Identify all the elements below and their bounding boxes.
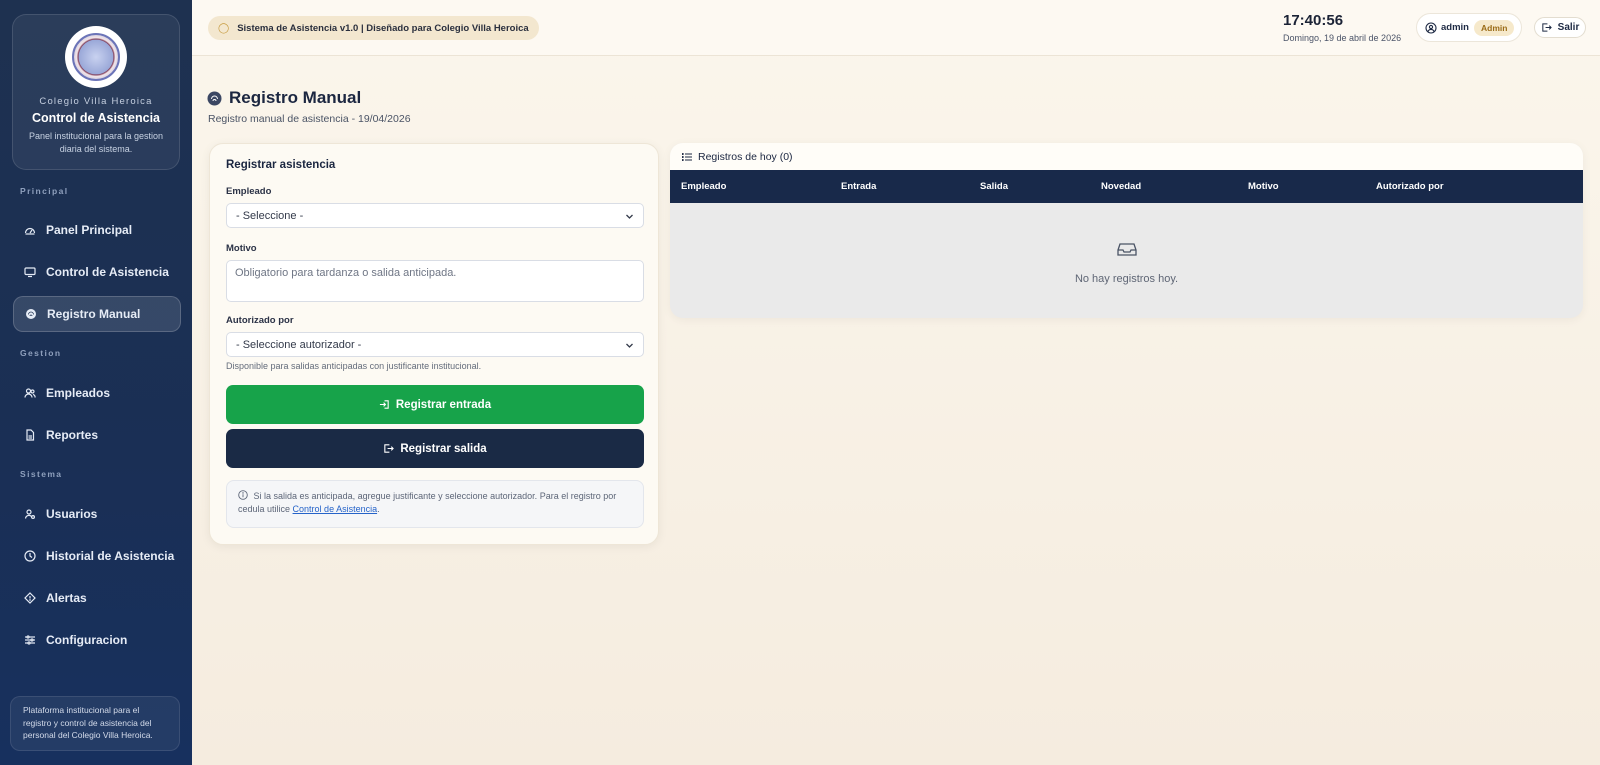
sidebar-item-usuarios[interactable]: Usuarios (13, 496, 181, 532)
sidebar-footer: Plataforma institucional para el registr… (10, 696, 180, 751)
report-icon (24, 429, 36, 441)
chevron-down-icon (626, 214, 633, 219)
info-icon (238, 490, 248, 500)
column-header-empleado: Empleado (681, 181, 727, 192)
role-badge: Admin (1473, 19, 1515, 36)
sliders-icon (24, 634, 36, 646)
topbar: ◯ Sistema de Asistencia v1.0 | Diseñado … (192, 0, 1600, 56)
users-icon (24, 387, 36, 399)
logout-icon (1541, 23, 1552, 32)
empty-state: No hay registros hoy. (670, 203, 1583, 285)
sidebar-item-reportes[interactable]: Reportes (13, 417, 181, 453)
version-text: Sistema de Asistencia v1.0 | Diseñado pa… (237, 22, 529, 34)
register-exit-button[interactable]: Registrar salida (226, 429, 644, 468)
user-chip[interactable]: admin Admin (1416, 13, 1522, 42)
sidebar-item-label: Historial de Asistencia (46, 549, 175, 563)
authorizer-hint: Disponible para salidas anticipadas con … (226, 361, 482, 371)
user-name: admin (1441, 22, 1469, 33)
fingerprint-icon (25, 308, 37, 320)
sidebar-item-registro-manual[interactable]: Registro Manual (13, 296, 181, 332)
column-header-salida: Salida (980, 181, 1008, 192)
employee-select-value: - Seleccione - (236, 209, 304, 222)
school-logo (65, 26, 127, 88)
dashboard-icon (24, 224, 36, 236)
records-table-header: Empleado Entrada Salida Novedad Motivo A… (670, 170, 1583, 203)
info-end: . (377, 504, 380, 514)
sidebar-item-label: Control de Asistencia (46, 265, 169, 279)
sidebar-item-label: Configuracion (46, 633, 128, 647)
sidebar: Colegio Villa Heroica Control de Asisten… (0, 0, 192, 765)
reason-label: Motivo (226, 243, 257, 254)
page-title: Registro Manual (207, 88, 361, 108)
version-pill: ◯ Sistema de Asistencia v1.0 | Diseñado … (208, 16, 539, 40)
form-title: Registrar asistencia (226, 159, 336, 171)
clock: 17:40:56 (1283, 12, 1344, 29)
user-cog-icon (24, 508, 36, 520)
employee-label: Empleado (226, 186, 272, 197)
sidebar-item-historial[interactable]: Historial de Asistencia (13, 538, 181, 574)
register-form-card: Registrar asistencia Empleado - Seleccio… (209, 143, 659, 545)
shield-icon: ◯ (218, 22, 230, 34)
sidebar-item-control-asistencia[interactable]: Control de Asistencia (13, 254, 181, 290)
section-label-gestion: Gestion (20, 348, 62, 358)
register-entry-button[interactable]: Registrar entrada (226, 385, 644, 424)
sidebar-item-panel-principal[interactable]: Panel Principal (13, 212, 181, 248)
sidebar-item-label: Usuarios (46, 507, 98, 521)
login-icon (379, 400, 389, 409)
page-subtitle: Registro manual de asistencia - 19/04/20… (208, 113, 411, 125)
records-header: Registros de hoy (0) (670, 143, 1583, 170)
sidebar-item-label: Panel Principal (46, 223, 133, 237)
authorizer-select[interactable]: - Seleccione autorizador - (226, 332, 644, 357)
column-header-entrada: Entrada (841, 181, 877, 192)
sidebar-item-label: Registro Manual (47, 307, 141, 321)
register-entry-label: Registrar entrada (395, 398, 492, 411)
records-card: Registros de hoy (0) Empleado Entrada Sa… (670, 143, 1583, 318)
column-header-motivo: Motivo (1248, 181, 1279, 192)
sidebar-item-label: Empleados (46, 386, 111, 400)
brand-title: Control de Asistencia (31, 111, 161, 125)
employee-select[interactable]: - Seleccione - (226, 203, 644, 228)
sidebar-item-label: Reportes (46, 428, 99, 442)
info-box: Si la salida es anticipada, agregue just… (226, 480, 644, 528)
logout-label: Salir (1557, 22, 1580, 33)
section-label-sistema: Sistema (20, 469, 63, 479)
clock-icon (24, 550, 36, 562)
control-asistencia-link[interactable]: Control de Asistencia (293, 504, 378, 514)
records-title: Registros de hoy (0) (698, 150, 793, 163)
brand-description: Panel institucional para la gestion diar… (28, 131, 164, 154)
column-header-autorizado-por: Autorizado por (1376, 181, 1444, 192)
reason-textarea[interactable]: Obligatorio para tardanza o salida antic… (226, 260, 644, 302)
empty-message: No hay registros hoy. (1074, 273, 1179, 285)
logout-button[interactable]: Salir (1534, 17, 1586, 38)
column-header-novedad: Novedad (1101, 181, 1142, 192)
page-title-text: Registro Manual (229, 88, 362, 107)
logout-icon (384, 444, 395, 453)
authorizer-select-value: - Seleccione autorizador - (236, 338, 362, 351)
sidebar-item-empleados[interactable]: Empleados (13, 375, 181, 411)
inbox-icon (1116, 243, 1137, 256)
brand-school: Colegio Villa Heroica (39, 96, 153, 107)
section-label-principal: Principal (20, 186, 69, 196)
fingerprint-icon (207, 91, 222, 105)
authorized-label: Autorizado por (226, 315, 294, 326)
brand-card: Colegio Villa Heroica Control de Asisten… (12, 14, 180, 170)
date: Domingo, 19 de abril de 2026 (1283, 33, 1402, 43)
monitor-icon (24, 266, 36, 278)
register-exit-label: Registrar salida (400, 442, 487, 455)
list-icon (682, 152, 692, 161)
user-icon (1425, 21, 1437, 34)
sidebar-item-label: Alertas (46, 591, 87, 605)
chevron-down-icon (626, 343, 633, 348)
sidebar-item-configuracion[interactable]: Configuracion (13, 622, 181, 658)
sidebar-item-alertas[interactable]: Alertas (13, 580, 181, 616)
alert-icon (24, 592, 36, 604)
